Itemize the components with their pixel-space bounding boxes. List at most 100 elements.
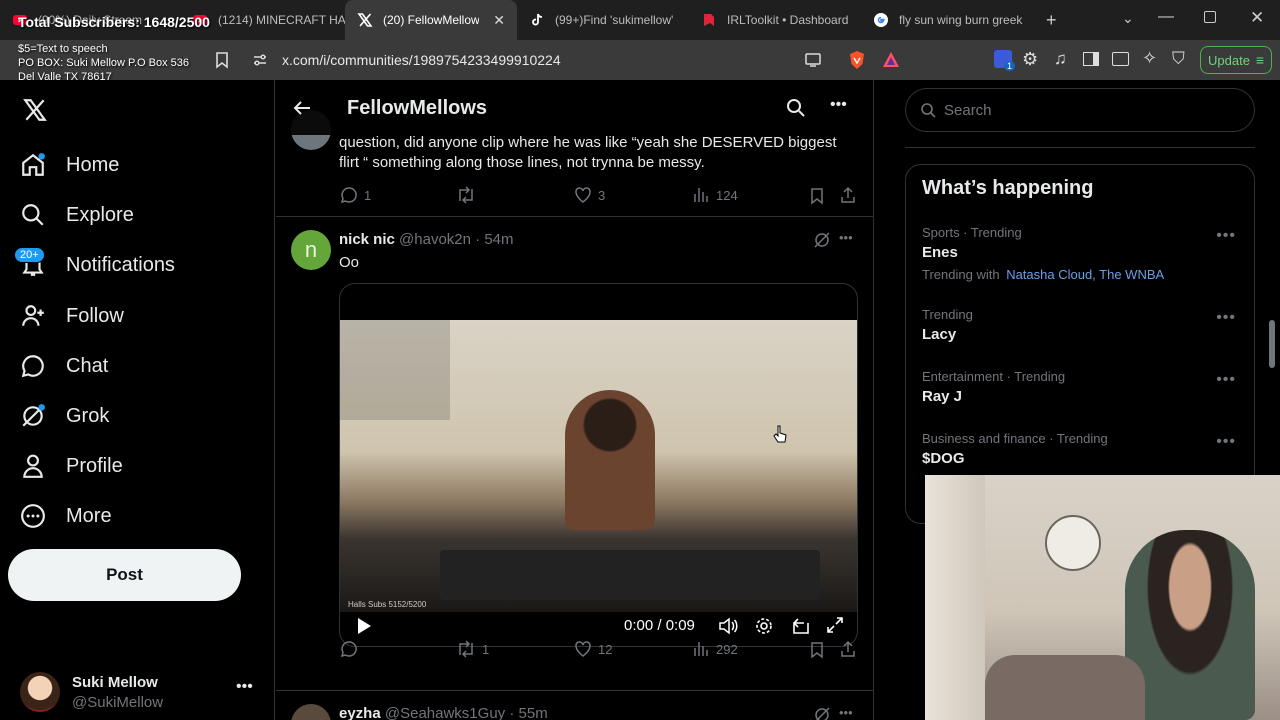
nav-label: Chat — [66, 354, 109, 377]
leo-ai-icon[interactable]: ✧ — [1142, 48, 1157, 69]
trend-item[interactable]: Entertainment · Trending Ray J — [922, 369, 1065, 405]
nav-follow[interactable]: Follow — [20, 301, 124, 331]
irltoolkit-icon — [704, 14, 714, 26]
retweet-button[interactable]: 1 — [456, 640, 489, 658]
tab-label: IRLToolkit • Dashboard — [727, 13, 849, 27]
nav-chat[interactable]: Chat — [20, 351, 108, 381]
nav-grok[interactable]: Grok — [20, 401, 109, 431]
settings-gear-icon[interactable] — [754, 616, 774, 636]
trend-item[interactable]: Business and finance · Trending $DOG — [922, 431, 1108, 467]
tab-tiktok[interactable]: (99+)Find 'sukimellow' — [517, 0, 689, 40]
account-name: Suki Mellow — [72, 674, 158, 691]
chat-icon — [21, 355, 44, 378]
tweet-time[interactable]: · 54m — [475, 231, 513, 248]
search-input[interactable]: Search — [944, 102, 992, 119]
retweet-button[interactable] — [456, 186, 476, 204]
tweet-time[interactable]: · 55m — [509, 705, 547, 720]
url-text[interactable]: x.com/i/communities/1989754233499910224 — [282, 52, 561, 68]
grok-explain-icon[interactable] — [813, 231, 831, 249]
tab-fellowmellows[interactable]: (20) FellowMellows ✕ — [345, 0, 517, 40]
video-desk — [440, 550, 820, 600]
fullscreen-icon[interactable] — [826, 616, 844, 634]
tab-label: (99+)Find 'sukimellow' — [555, 13, 674, 27]
avatar — [291, 704, 331, 720]
notification-badge: 20+ — [14, 247, 45, 263]
nav-profile[interactable]: Profile — [20, 451, 123, 481]
extension-badge: 1 — [1004, 61, 1016, 71]
like-button[interactable]: 12 — [574, 640, 612, 658]
trend-more-icon[interactable]: ••• — [1216, 309, 1236, 327]
views-button[interactable]: 124 — [692, 186, 738, 204]
more-options-icon[interactable]: ••• — [830, 96, 847, 114]
author-handle[interactable]: @Seahawks1Guy — [385, 705, 505, 720]
nav-home[interactable]: Home — [20, 150, 119, 180]
close-window-button[interactable]: ✕ — [1250, 8, 1264, 28]
close-tab-icon[interactable]: ✕ — [493, 12, 505, 29]
scrollbar[interactable] — [1269, 320, 1275, 368]
post-button[interactable]: Post — [8, 549, 241, 601]
video-player[interactable]: Halls Subs 5152/5200 0:00 / 0:09 — [339, 283, 858, 647]
update-button[interactable]: Update ≡ — [1200, 46, 1272, 74]
account-switcher[interactable]: Suki Mellow @SukiMellow ••• — [20, 672, 260, 714]
heart-icon — [575, 187, 591, 203]
trend-item[interactable]: Trending Lacy — [922, 307, 973, 343]
picture-in-picture-icon[interactable] — [791, 616, 811, 636]
tab-google[interactable]: fly sun wing burn greek — [861, 0, 1036, 40]
volume-icon[interactable] — [718, 616, 738, 636]
reply-button[interactable] — [340, 640, 358, 658]
music-icon[interactable]: ♫ — [1054, 49, 1067, 69]
community-header: FellowMellows ••• — [276, 80, 873, 135]
trend-with-links[interactable]: Natasha Cloud, The WNBA — [1006, 267, 1164, 282]
reply-icon — [340, 187, 357, 204]
trend-more-icon[interactable]: ••• — [1216, 227, 1236, 245]
share-icon[interactable] — [839, 640, 857, 658]
tweet-2[interactable]: n nick nic @havok2n · 54m ••• Oo Halls S… — [276, 218, 873, 691]
tab-list-chevron-icon[interactable]: ⌄ — [1122, 10, 1134, 27]
x-logo-icon[interactable] — [22, 97, 48, 123]
back-arrow-icon[interactable] — [292, 98, 312, 118]
site-info-icon[interactable] — [252, 52, 268, 68]
share-icon[interactable] — [839, 186, 857, 204]
brave-shield-icon[interactable] — [848, 50, 866, 70]
play-icon[interactable] — [356, 617, 372, 635]
trend-more-icon[interactable]: ••• — [1216, 433, 1236, 451]
reply-button[interactable]: 1 — [340, 186, 371, 204]
restore-button[interactable] — [1204, 11, 1216, 23]
more-options-icon[interactable]: ••• — [839, 705, 853, 720]
grok-icon — [22, 404, 45, 427]
more-options-icon[interactable]: ••• — [839, 230, 853, 245]
wallet-icon[interactable] — [1112, 52, 1129, 66]
grok-explain-icon[interactable] — [813, 706, 831, 720]
tweet-3[interactable]: eyzha @Seahawks1Guy · 55m ••• — [276, 692, 873, 720]
bookmark-icon[interactable] — [214, 51, 230, 69]
webcam-overlay — [925, 475, 1280, 720]
sidebar-toggle-icon[interactable] — [1083, 52, 1099, 66]
subscriber-count-overlay: Total Subscribers: 1648/2500 — [18, 14, 210, 30]
trend-more-icon[interactable]: ••• — [1216, 371, 1236, 389]
author-name[interactable]: eyzha — [339, 705, 381, 720]
retweet-icon — [459, 640, 473, 658]
tab-irltoolkit[interactable]: IRLToolkit • Dashboard — [689, 0, 861, 40]
trend-item[interactable]: Sports · Trending Enes Trending with Nat… — [922, 225, 1242, 282]
trend-name: Lacy — [922, 326, 957, 343]
cast-icon[interactable] — [804, 52, 822, 68]
avatar: n — [291, 230, 331, 270]
nav-explore[interactable]: Explore — [20, 200, 134, 230]
author-name[interactable]: nick nic — [339, 231, 395, 248]
puzzle-extensions-icon[interactable]: ⚙ — [1022, 49, 1038, 70]
nav-more[interactable]: More — [20, 501, 112, 531]
search-box[interactable]: Search — [905, 88, 1255, 132]
like-button[interactable]: 3 — [574, 186, 605, 204]
bookmark-icon[interactable] — [809, 187, 825, 205]
whats-happening-panel: What’s happening Sports · Trending Enes … — [905, 164, 1255, 524]
avatar — [20, 672, 60, 712]
vpn-shield-icon[interactable]: ⛉ — [1172, 49, 1185, 69]
new-tab-button[interactable]: + — [1046, 10, 1057, 31]
search-icon[interactable] — [786, 98, 806, 118]
minimize-button[interactable]: — — [1158, 8, 1174, 26]
follow-icon — [22, 305, 44, 326]
views-button[interactable]: 292 — [692, 640, 738, 658]
author-handle[interactable]: @havok2n — [399, 231, 471, 248]
brave-rewards-icon[interactable] — [882, 51, 900, 68]
bookmark-icon[interactable] — [809, 641, 825, 659]
